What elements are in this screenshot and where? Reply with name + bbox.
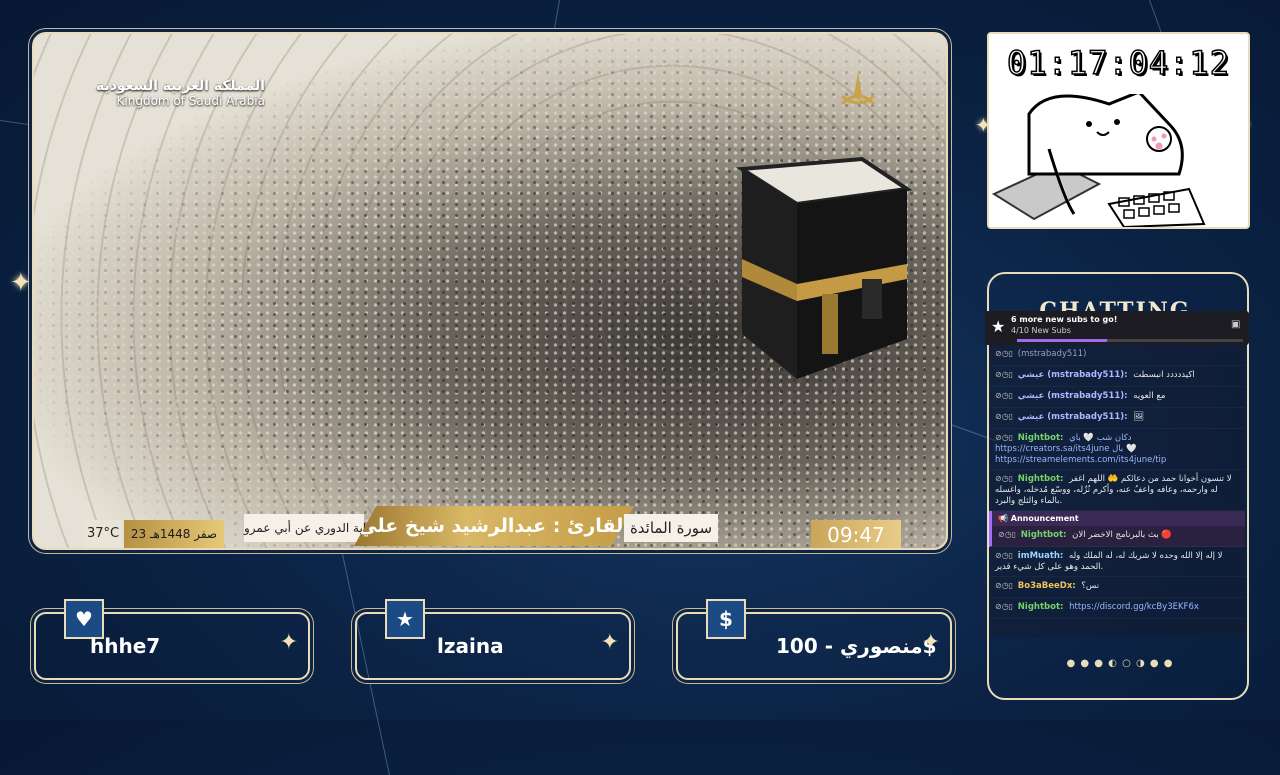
message-text: اكيددددد انبسطت — [1133, 370, 1195, 380]
latest-follower-card: ♥ hhhe7 ✦ — [34, 599, 310, 680]
message-author[interactable]: imMuath: — [1018, 551, 1064, 561]
latest-donation-card: $ منصوري - 100$ ✦ — [676, 599, 952, 680]
riwaya-label: رواية الدوري عن أبي عمرو — [244, 514, 378, 542]
chat-message-list[interactable]: ⊘◷▯ (mstrabady511) ⊘◷▯ عيشي (mstrabady51… — [989, 345, 1245, 637]
latest-donation-text: منصوري - 100$ — [776, 634, 937, 658]
temperature-label: 37°C — [84, 520, 122, 548]
sub-goal-widget: ★ 6 more new subs to go! 4/10 New Subs ▣ — [985, 311, 1249, 345]
mod-actions-icon[interactable]: ⊘◷▯ — [995, 551, 1013, 560]
mod-actions-icon[interactable]: ⊘◷▯ — [998, 530, 1016, 539]
message-author[interactable]: Nightbot: — [1021, 530, 1067, 540]
video-player[interactable]: المملكة العربية السعودية Kingdom of Saud… — [32, 32, 948, 550]
mod-actions-icon[interactable]: ⊘◷▯ — [995, 349, 1013, 358]
sparkle-icon: ✦ — [279, 630, 298, 655]
hijri-date-label: 23 صفر 1448هـ — [124, 520, 224, 548]
chat-message: ⊘◷▯ Bo3aBeeDx: نس؟ — [989, 577, 1245, 598]
chat-message: ⊘◷▯ (mstrabady511) — [989, 345, 1245, 366]
mod-actions-icon[interactable]: ⊘◷▯ — [995, 602, 1013, 611]
sparkle-icon: ✦ — [10, 268, 32, 298]
channel-name-english: Kingdom of Saudi Arabia — [116, 94, 265, 108]
mod-actions-icon[interactable]: ⊘◷▯ — [995, 412, 1013, 421]
channel-name-arabic: المملكة العربية السعودية — [96, 78, 265, 94]
reciter-label: القارئ : عبدالرشيد شيخ علي — [354, 506, 634, 546]
surah-label: سورة المائدة — [624, 514, 718, 542]
clock-label: 09:47 — [811, 520, 901, 548]
goal-progress-bar — [1017, 339, 1243, 342]
goal-progress-fill — [1017, 339, 1108, 342]
goal-progress-text: 4/10 New Subs — [1011, 326, 1071, 335]
message-author[interactable]: Nightbot: — [1018, 433, 1064, 443]
message-author[interactable]: عيشي (mstrabady511): — [1018, 391, 1128, 401]
gift-icon[interactable]: ▣ — [1231, 319, 1240, 330]
message-text: (mstrabady511) — [1017, 349, 1087, 359]
message-author[interactable]: Nightbot: — [1018, 474, 1064, 484]
sparkle-icon: ✦ — [600, 630, 619, 655]
mod-actions-icon[interactable]: ⊘◷▯ — [995, 433, 1013, 442]
chat-message-announcement: ⊘◷▯ Nightbot: بث بالبرنامج الاخضر الان 🔴 — [989, 526, 1245, 547]
message-author[interactable]: عيشي (mstrabady511): — [1018, 370, 1128, 380]
message-text: 🖼 — [1133, 412, 1145, 422]
dollar-icon: $ — [706, 599, 746, 639]
chat-message: ⊘◷▯ عيشي (mstrabady511): اكيددددد انبسطت — [989, 366, 1245, 387]
heart-icon: ♥ — [64, 599, 104, 639]
mod-actions-icon[interactable]: ⊘◷▯ — [995, 391, 1013, 400]
message-author[interactable]: Bo3aBeeDx: — [1018, 581, 1076, 591]
message-text: نس؟ — [1081, 581, 1100, 591]
chat-message: ⊘◷▯ عيشي (mstrabady511): 🖼 — [989, 408, 1245, 429]
chat-message: ⊘◷▯ Nightbot: لا تنسون أخوانا حمد من دعا… — [989, 470, 1245, 511]
sparkle-icon: ✦ — [921, 630, 940, 655]
kaaba-image — [735, 156, 913, 379]
goal-title: 6 more new subs to go! — [1011, 315, 1118, 324]
announcement-header: 📢 Announcement — [989, 511, 1245, 526]
message-text: بث بالبرنامج الاخضر الان 🔴 — [1072, 530, 1173, 540]
chat-message: ⊘◷▯ Nightbot: https://discord.gg/kcBy3EK… — [989, 598, 1245, 619]
saudi-emblem-icon — [840, 72, 876, 106]
star-icon: ★ — [991, 317, 1006, 336]
message-link[interactable]: https://discord.gg/kcBy3EKF6x — [1069, 602, 1199, 612]
channel-logo: المملكة العربية السعودية Kingdom of Saud… — [96, 78, 265, 108]
message-author[interactable]: Nightbot: — [1018, 602, 1064, 612]
latest-subscriber-name: lzaina — [437, 634, 504, 658]
stream-timer-widget: 01:17:04:12 — [987, 32, 1250, 229]
mod-actions-icon[interactable]: ⊘◷▯ — [995, 474, 1013, 483]
stream-timer: 01:17:04:12 — [1006, 43, 1230, 83]
chat-message: ⊘◷▯ عيشي (mstrabady511): مع العويه — [989, 387, 1245, 408]
star-icon: ★ — [385, 599, 425, 639]
message-text: مع العويه — [1133, 391, 1166, 401]
latest-subscriber-card: ★ lzaina ✦ — [355, 599, 631, 680]
mod-actions-icon[interactable]: ⊘◷▯ — [995, 581, 1013, 590]
mod-actions-icon[interactable]: ⊘◷▯ — [995, 370, 1013, 379]
message-author[interactable]: عيشي (mstrabady511): — [1018, 412, 1128, 422]
latest-follower-name: hhhe7 — [90, 634, 161, 658]
chat-message: ⊘◷▯ imMuath: لا إله إلا الله وحده لا شري… — [989, 547, 1245, 577]
chat-message: ⊘◷▯ Nightbot: دكان شب 🤍 باي https://crea… — [989, 429, 1245, 470]
moon-phase-decoration: ● ● ● ◐ ○ ◑ ● ● — [1066, 658, 1174, 669]
bongo-cat-icon — [991, 94, 1206, 227]
